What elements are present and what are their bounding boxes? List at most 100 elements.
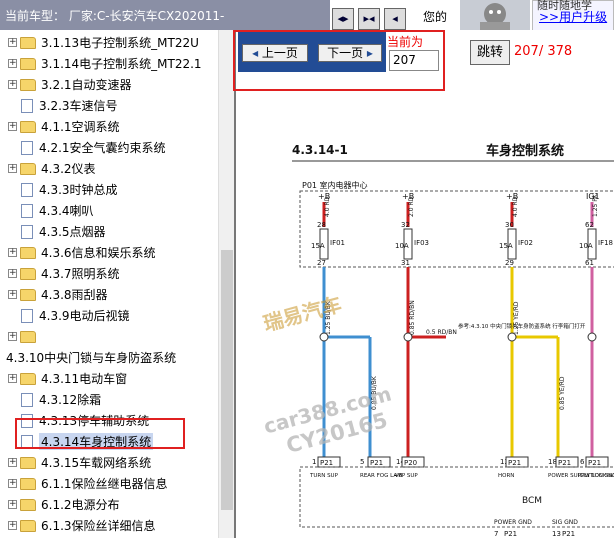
expand-toggle-icon[interactable]: + [8,59,17,68]
connector-pin: 6 [580,458,585,466]
fuse-id: IF01 [330,239,345,247]
tree-item-label: 4.3.10中央门锁与车身防盗系统 [6,351,177,365]
fuse-box-outline [299,190,614,268]
tree-item[interactable]: 4.3.10中央门锁与车身防盗系统 [6,347,176,368]
tree-item[interactable]: 4.2.1安全气囊约束系统 [21,137,166,158]
wiring-diagram-svg: 4.3.14-1 车身控制系统P01 室内电器中心+B2815A IF01274.0… [292,143,614,538]
jump-button[interactable]: 跳转 [470,40,510,65]
tree-item[interactable]: +4.3.8雨刮器 [8,284,108,305]
collapse-icon[interactable]: ▸◂ [358,8,380,30]
bcm-pin-label: REAR FOG LAMP SUP [360,473,418,479]
tree-item[interactable]: 4.3.3时钟总成 [21,179,118,200]
tree-item[interactable]: +3.1.14电子控制系统_MT22.1 [8,53,202,74]
tree-item[interactable]: 4.3.5点烟器 [21,221,106,242]
sig-gnd-label: SIG GND [552,519,578,526]
expand-toggle-icon[interactable]: + [8,164,17,173]
tree-item-label: 4.3.12除霜 [39,393,102,407]
fuse-rating: 15A [311,242,325,250]
diagram-title: 车身控制系统 [486,143,564,159]
connector-id: P21 [504,530,517,538]
tree-item[interactable]: +4.1.1空调系统 [8,116,120,137]
tree-item-label: 3.2.3车速信号 [39,99,118,113]
sidebar-scrollbar[interactable] [218,30,234,538]
pager-highlight-box [233,30,445,91]
wire-out-label: 0.85 YE/RD [559,376,566,410]
fuse-rating: 10A [579,242,593,250]
bcm-pin-label: HORN [498,473,514,479]
wire-out-label: 0.85 RD/BN [409,300,416,335]
section-number: 4.3.14-1 [292,143,348,157]
tree-item[interactable]: 4.3.12除霜 [21,389,101,410]
scrollbar-thumb[interactable] [221,250,233,510]
folder-icon [20,246,36,259]
folder-icon [20,456,36,469]
document-icon [21,203,33,218]
tree-item[interactable]: +3.1.13电子控制系统_MT22U [8,32,199,53]
tree-item[interactable]: +6.1.3保险丝详细信息 [8,515,156,536]
tree-item-label: 4.3.7照明系统 [41,267,120,281]
document-icon [21,224,33,239]
tree-item-label: 6.1.1保险丝继电器信息 [41,477,168,491]
document-icon [21,98,33,113]
expand-toggle-icon[interactable]: + [8,479,17,488]
expand-toggle-icon[interactable]: + [8,374,17,383]
tree-item-label: 4.3.2仪表 [41,162,96,176]
back-icon[interactable]: ◂ [384,8,406,30]
connector-id: P21 [320,459,333,467]
folder-icon [20,288,36,301]
tree-item[interactable]: +6.1.1保险丝继电器信息 [8,473,168,494]
tree-item[interactable]: +3.2.1自动变速器 [8,74,132,95]
fuse-rating: 10A [395,242,409,250]
folder-icon [20,477,36,490]
splice-node [319,332,329,342]
expand-toggle-icon[interactable]: + [8,269,17,278]
expand-toggle-icon[interactable]: + [8,500,17,509]
document-icon [21,308,33,323]
folder-icon [20,519,36,532]
fuse-box-label: P01 室内电器中心 [302,180,368,190]
user-upgrade-link[interactable]: >>用户升级 [539,8,607,25]
bcm-pin-label: TURN SUP [309,473,339,479]
tree-item[interactable]: +4.3.15车载网络系统 [8,452,151,473]
tree-item[interactable]: 4.3.4喇叭 [21,200,94,221]
tree-item[interactable]: +4.3.11电动车窗 [8,368,127,389]
expand-toggle-icon[interactable]: + [8,290,17,299]
tree-item[interactable]: 3.2.3车速信号 [21,95,118,116]
view-toolbar: ◂▸ ▸◂ ◂ [332,8,406,30]
expand-toggle-icon[interactable]: + [8,458,17,467]
tree-item-label: 3.1.13电子控制系统_MT22U [41,36,199,50]
tree-item[interactable]: +6.1.2电源分布 [8,494,120,515]
expand-toggle-icon[interactable]: + [8,38,17,47]
tree-item-label: 6.1.3保险丝详细信息 [41,519,156,533]
document-icon [21,182,33,197]
folder-icon [20,267,36,280]
tree-item[interactable]: +4.3.2仪表 [8,158,96,179]
expand-toggle-icon[interactable]: + [8,80,17,89]
fuse-pin-out: 27 [317,259,326,267]
expand-toggle-icon[interactable]: + [8,248,17,257]
wire-out-label: 1.25 BU/BK [325,300,332,335]
expand-icon[interactable]: ◂▸ [332,8,354,30]
tree-item-label: 4.1.1空调系统 [41,120,120,134]
fuse-pin-in: 30 [505,221,514,229]
wiring-diagram: 4.3.14-1 车身控制系统 P01 室内电器中心 +B 28 15A IF01 27 4.0… [236,95,614,538]
expand-toggle-icon[interactable]: + [8,332,17,341]
tree-item[interactable]: + [8,326,41,347]
tree-item[interactable]: 4.3.9电动后视镜 [21,305,130,326]
expand-toggle-icon[interactable]: + [8,122,17,131]
wire-out-label: 0.85 BU/BK [371,375,378,410]
connector-id: P21 [558,459,571,467]
fuse-pin-out: 31 [401,259,410,267]
fuse-pin-out: 29 [505,259,514,267]
reference-note: 参考:4.3.10 中央门锁与车身防盗系统 行李箱门打开 [458,322,586,330]
splice-wire-label: 0.5 RD/BN [426,329,457,336]
current-model-value: 厂家:C-长安汽车CX202011- [68,9,225,23]
document-icon [21,140,33,155]
folder-icon [20,36,36,49]
user-upgrade-box: 随时随地学 >>用户升级 [532,0,614,32]
tree-item[interactable]: +4.3.7照明系统 [8,263,120,284]
tree-item[interactable]: +4.3.6信息和娱乐系统 [8,242,156,263]
current-model-bar: 当前车型： 厂家:C-长安汽车CX202011- [0,0,330,30]
expand-toggle-icon[interactable]: + [8,521,17,530]
sidebar-tree: +3.1.13电子控制系统_MT22U +3.1.14电子控制系统_MT22.1 +… [0,30,218,538]
